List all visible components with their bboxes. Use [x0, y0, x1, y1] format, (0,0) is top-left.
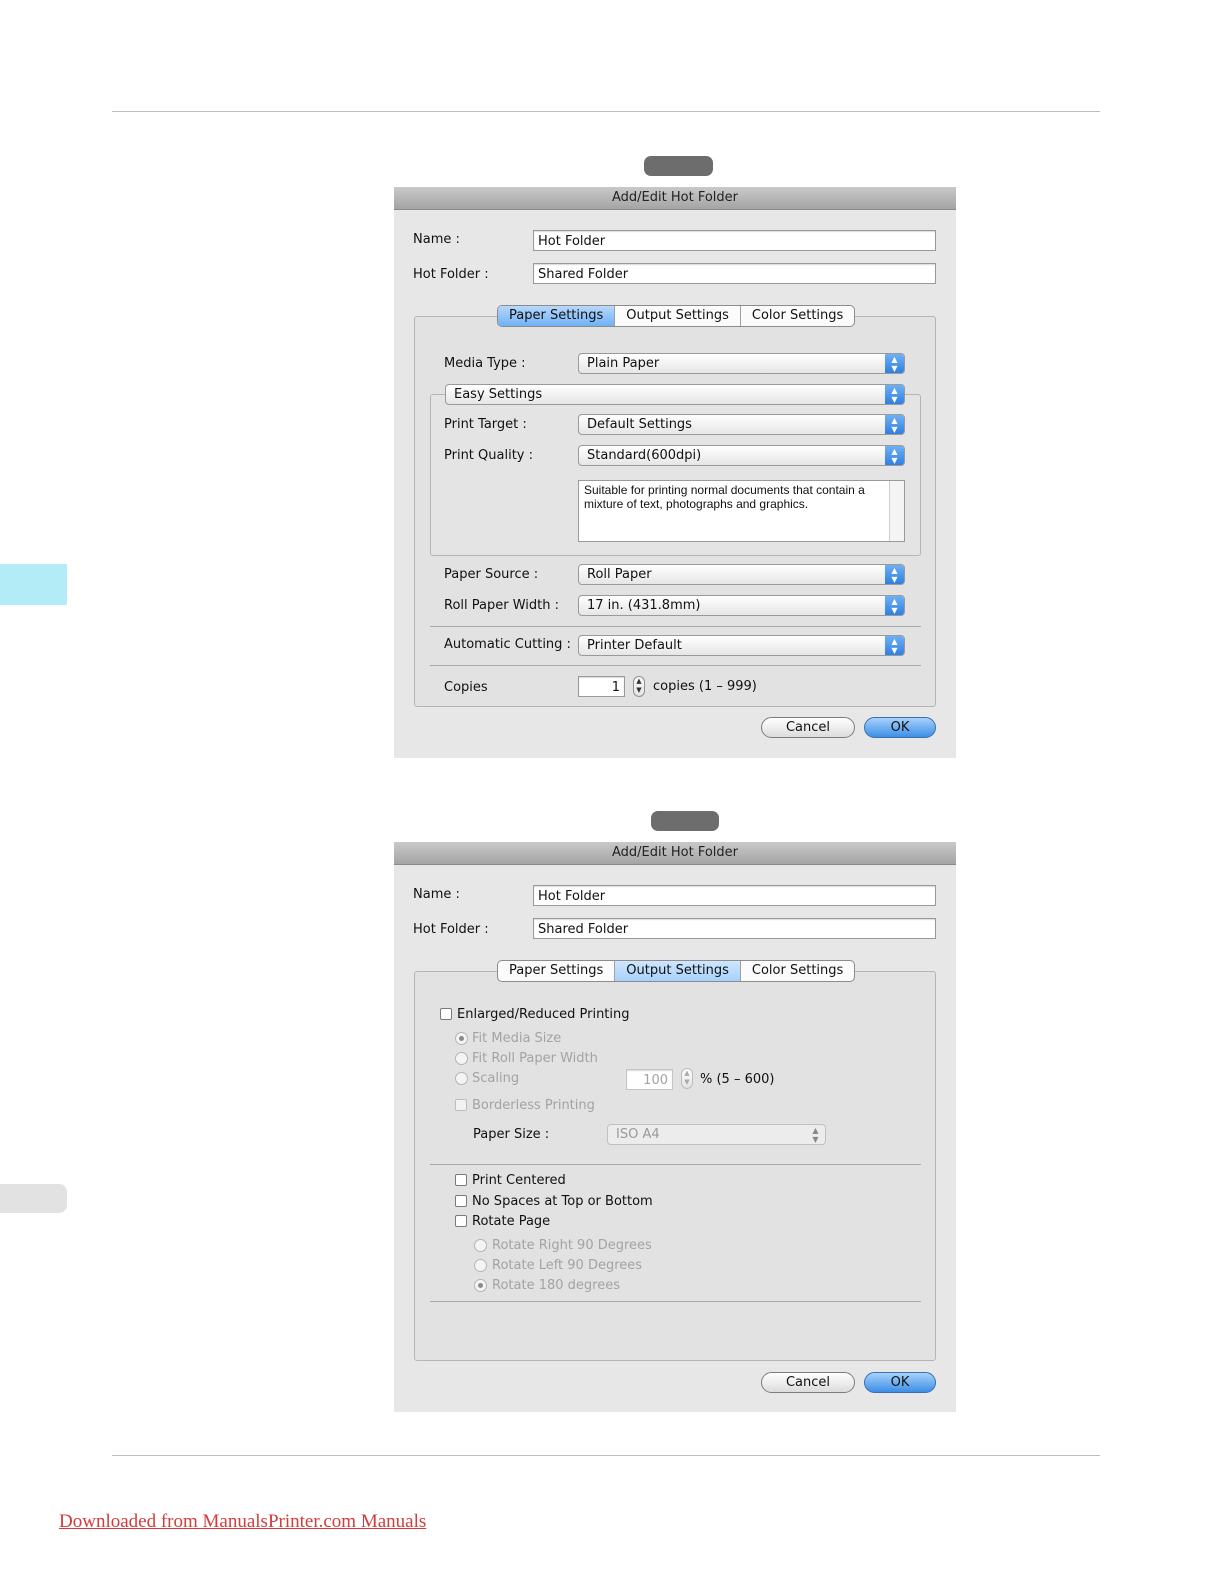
tab-color-settings[interactable]: Color Settings: [741, 961, 854, 981]
updown-arrows-icon: ▲ ▼: [885, 565, 904, 584]
copies-label: Copies: [444, 680, 488, 695]
name-field[interactable]: Hot Folder: [533, 885, 936, 906]
settings-tabs: Paper Settings Output Settings Color Set…: [497, 960, 856, 982]
dialog-title: Add/Edit Hot Folder: [394, 842, 956, 865]
no-spaces-checkbox[interactable]: [455, 1195, 467, 1207]
updown-arrows-icon: ▲ ▼: [885, 385, 904, 404]
paper-source-label: Paper Source :: [444, 567, 539, 582]
dialog-title: Add/Edit Hot Folder: [394, 187, 956, 210]
tab-paper-settings[interactable]: Paper Settings: [498, 961, 616, 981]
description-scrollbar[interactable]: [889, 481, 904, 541]
enlarged-label: Enlarged/Reduced Printing: [457, 1007, 630, 1022]
name-label: Name :: [413, 887, 460, 902]
quality-description: Suitable for printing normal documents t…: [584, 483, 865, 511]
copies-range: copies (1 – 999): [653, 679, 757, 694]
separator: [430, 665, 921, 666]
rotate-right-label: Rotate Right 90 Degrees: [492, 1238, 652, 1253]
updown-arrows-icon: ▲ ▼: [885, 415, 904, 434]
hot-folder-field[interactable]: Shared Folder: [533, 918, 936, 939]
fit-media-radio[interactable]: [455, 1032, 468, 1045]
enlarged-checkbox[interactable]: [440, 1008, 452, 1020]
updown-arrows-icon: ▲ ▼: [812, 1126, 819, 1144]
roll-width-value: 17 in. (431.8mm): [587, 598, 701, 613]
os-label-pill-2: [651, 811, 719, 831]
scaling-label: Scaling: [472, 1071, 520, 1086]
rotate-right-radio[interactable]: [474, 1239, 487, 1252]
tab-output-settings[interactable]: Output Settings: [615, 306, 741, 326]
borderless-checkbox[interactable]: [455, 1099, 467, 1111]
borderless-label: Borderless Printing: [472, 1098, 595, 1113]
copies-stepper[interactable]: ▲ ▼: [633, 676, 645, 697]
tab-paper-settings[interactable]: Paper Settings: [498, 306, 616, 326]
media-type-select[interactable]: Plain Paper ▲ ▼: [578, 353, 905, 374]
updown-arrows-icon: ▲ ▼: [885, 636, 904, 655]
updown-arrows-icon: ▲ ▼: [885, 354, 904, 373]
scaling-stepper[interactable]: ▲ ▼: [681, 1068, 693, 1089]
chapter-tab-gray: [0, 1184, 67, 1213]
media-type-label: Media Type :: [444, 356, 526, 371]
top-rule: [112, 111, 1100, 112]
rotate-left-label: Rotate Left 90 Degrees: [492, 1258, 643, 1273]
paper-source-select[interactable]: Roll Paper ▲ ▼: [578, 564, 905, 585]
hot-folder-dialog-paper: Add/Edit Hot Folder Name : Hot Folder Ho…: [394, 187, 956, 758]
rotate-left-radio[interactable]: [474, 1259, 487, 1272]
name-field[interactable]: Hot Folder: [533, 230, 936, 251]
name-label: Name :: [413, 232, 460, 247]
hot-folder-label: Hot Folder :: [413, 922, 489, 937]
print-target-label: Print Target :: [444, 417, 527, 432]
settings-tabs: Paper Settings Output Settings Color Set…: [497, 305, 856, 327]
tab-output-settings[interactable]: Output Settings: [615, 961, 741, 981]
paper-size-select[interactable]: ISO A4 ▲ ▼: [607, 1124, 826, 1145]
separator: [430, 1164, 921, 1165]
print-centered-checkbox[interactable]: [455, 1174, 467, 1186]
scaling-range: % (5 – 600): [700, 1072, 775, 1087]
rotate-page-checkbox[interactable]: [455, 1215, 467, 1227]
print-quality-value: Standard(600dpi): [587, 448, 702, 463]
cancel-button[interactable]: Cancel: [761, 717, 855, 738]
print-quality-select[interactable]: Standard(600dpi) ▲ ▼: [578, 445, 905, 466]
hot-folder-label: Hot Folder :: [413, 267, 489, 282]
mode-value: Easy Settings: [454, 387, 543, 402]
hot-folder-dialog-output: Add/Edit Hot Folder Name : Hot Folder Ho…: [394, 842, 956, 1412]
print-centered-label: Print Centered: [472, 1173, 566, 1188]
hot-folder-field[interactable]: Shared Folder: [533, 263, 936, 284]
fit-roll-radio[interactable]: [455, 1052, 468, 1065]
fit-media-label: Fit Media Size: [472, 1031, 562, 1046]
roll-width-select[interactable]: 17 in. (431.8mm) ▲ ▼: [578, 595, 905, 616]
print-target-select[interactable]: Default Settings ▲ ▼: [578, 414, 905, 435]
quality-description-box: Suitable for printing normal documents t…: [578, 480, 905, 542]
media-type-value: Plain Paper: [587, 356, 660, 371]
print-quality-label: Print Quality :: [444, 448, 534, 463]
paper-source-value: Roll Paper: [587, 567, 652, 582]
tab-color-settings[interactable]: Color Settings: [741, 306, 854, 326]
auto-cut-value: Printer Default: [587, 638, 682, 653]
separator: [430, 626, 921, 627]
rotate-page-label: Rotate Page: [472, 1214, 551, 1229]
updown-arrows-icon: ▲ ▼: [885, 446, 904, 465]
roll-width-label: Roll Paper Width :: [444, 598, 559, 613]
no-spaces-label: No Spaces at Top or Bottom: [472, 1194, 653, 1209]
paper-size-value: ISO A4: [616, 1127, 660, 1142]
bottom-rule: [112, 1455, 1100, 1456]
ok-button[interactable]: OK: [864, 717, 936, 738]
paper-size-label: Paper Size :: [473, 1127, 550, 1142]
scaling-radio[interactable]: [455, 1072, 468, 1085]
print-target-value: Default Settings: [587, 417, 692, 432]
fit-roll-label: Fit Roll Paper Width: [472, 1051, 598, 1066]
chapter-tab-highlight: [0, 564, 67, 605]
scaling-field[interactable]: 100: [626, 1069, 673, 1090]
auto-cut-label: Automatic Cutting :: [444, 637, 571, 652]
mode-select[interactable]: Easy Settings ▲ ▼: [445, 384, 905, 405]
auto-cut-select[interactable]: Printer Default ▲ ▼: [578, 635, 905, 656]
copies-field[interactable]: 1: [578, 676, 625, 697]
os-label-pill-1: [644, 156, 713, 176]
rotate-180-label: Rotate 180 degrees: [492, 1278, 620, 1293]
ok-button[interactable]: OK: [864, 1372, 936, 1393]
separator: [430, 1301, 921, 1302]
footer-download-link[interactable]: Downloaded from ManualsPrinter.com Manua…: [59, 1511, 426, 1533]
updown-arrows-icon: ▲ ▼: [885, 596, 904, 615]
rotate-180-radio[interactable]: [474, 1279, 487, 1292]
cancel-button[interactable]: Cancel: [761, 1372, 855, 1393]
settings-group-box: [414, 971, 936, 1361]
